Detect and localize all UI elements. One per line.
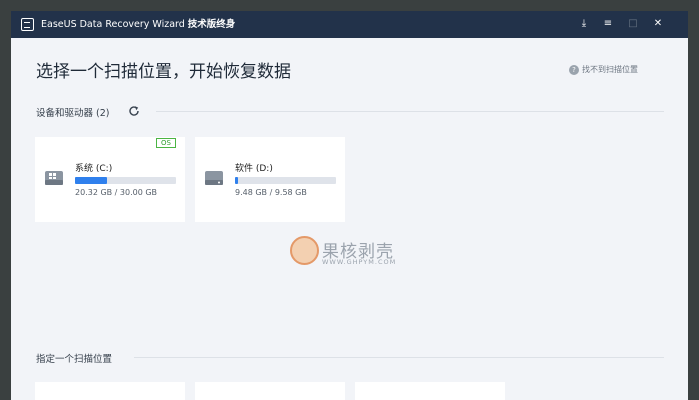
download-icon[interactable]: ⤓ bbox=[577, 17, 591, 31]
drive-size: 20.32 GB / 30.00 GB bbox=[75, 188, 158, 197]
app-title: EaseUS Data Recovery Wizard bbox=[41, 19, 185, 30]
location-card[interactable] bbox=[195, 382, 345, 400]
drive-usage-fill bbox=[75, 177, 108, 184]
watermark: 果核剥壳 WWW.GHPYM.COM bbox=[290, 236, 430, 276]
page-title: 选择一个扫描位置，开始恢复数据 bbox=[36, 62, 291, 82]
help-link[interactable]: ? 找不到扫描位置 bbox=[569, 64, 638, 75]
drive-usage-bar bbox=[75, 177, 176, 184]
watermark-logo-icon bbox=[290, 236, 319, 265]
app-window: EaseUS Data Recovery Wizard 技术版终身 ⤓ ≡ □ ✕… bbox=[11, 11, 688, 400]
locations-divider bbox=[134, 357, 664, 358]
drive-size: 9.48 GB / 9.58 GB bbox=[235, 188, 307, 197]
drive-card-c[interactable]: OS 系统 (C:) 20.32 GB / 30.00 GB bbox=[35, 137, 185, 222]
devices-section-title: 设备和驱动器 (2) bbox=[36, 108, 110, 119]
os-badge: OS bbox=[156, 138, 176, 148]
drive-name: 系统 (C:) bbox=[75, 164, 113, 174]
close-icon[interactable]: ✕ bbox=[651, 17, 665, 31]
locations-section-title: 指定一个扫描位置 bbox=[36, 354, 113, 365]
app-logo-icon bbox=[21, 18, 34, 31]
question-icon: ? bbox=[569, 64, 579, 75]
location-card[interactable] bbox=[35, 382, 185, 400]
drive-name: 软件 (D:) bbox=[235, 164, 273, 174]
title-bar[interactable]: EaseUS Data Recovery Wizard 技术版终身 ⤓ ≡ □ ✕ bbox=[11, 11, 688, 38]
drive-usage-bar bbox=[235, 177, 336, 184]
drive-usage-fill bbox=[235, 177, 239, 184]
drive-card-d[interactable]: 软件 (D:) 9.48 GB / 9.58 GB bbox=[195, 137, 345, 222]
hard-drive-icon bbox=[205, 171, 223, 185]
help-link-label: 找不到扫描位置 bbox=[582, 65, 638, 74]
window-title: EaseUS Data Recovery Wizard 技术版终身 bbox=[41, 18, 235, 31]
watermark-url: WWW.GHPYM.COM bbox=[322, 258, 397, 266]
edition-label: 技术版终身 bbox=[187, 19, 236, 30]
location-card[interactable] bbox=[355, 382, 505, 400]
system-drive-icon bbox=[45, 171, 63, 185]
refresh-icon[interactable] bbox=[128, 105, 140, 117]
menu-icon[interactable]: ≡ bbox=[601, 17, 615, 31]
maximize-icon[interactable]: □ bbox=[626, 17, 640, 31]
devices-divider bbox=[156, 111, 664, 112]
